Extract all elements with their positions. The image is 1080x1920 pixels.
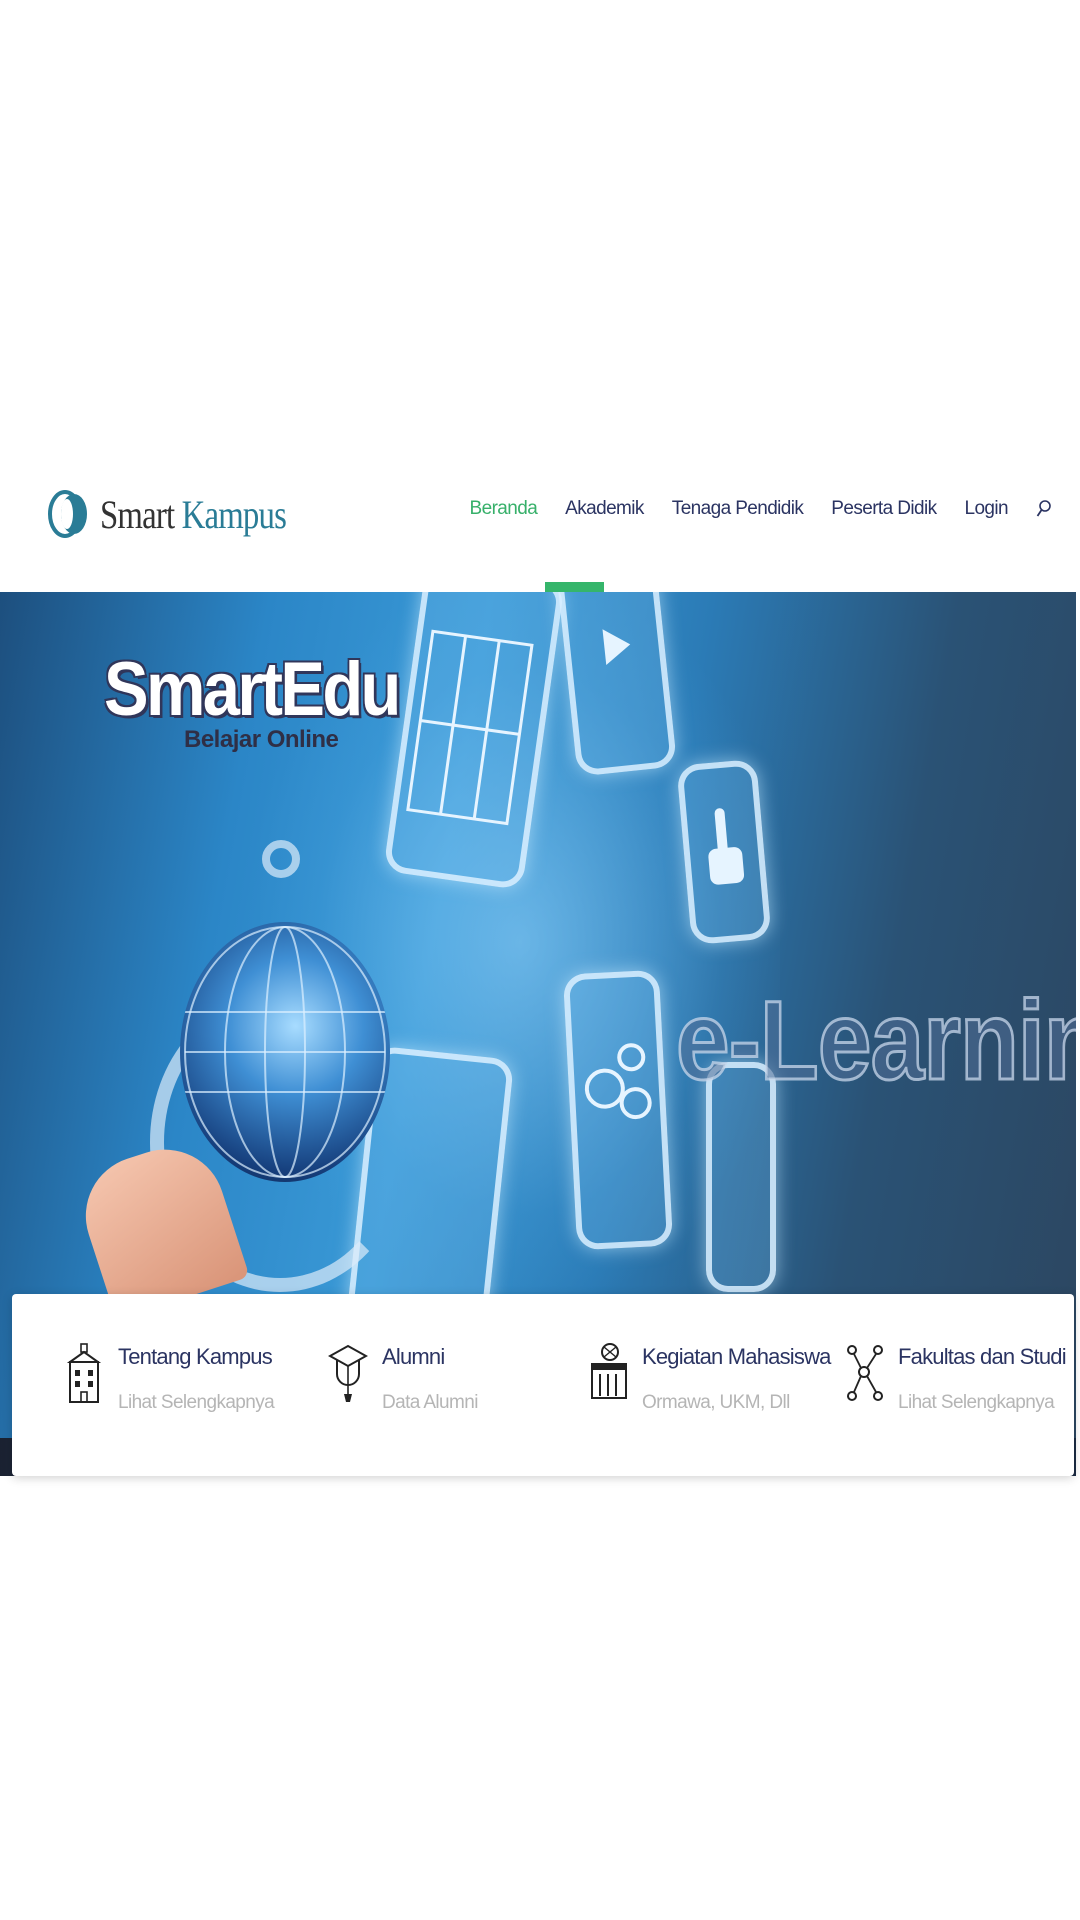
logo-text: Smart Kampus [100, 491, 287, 538]
nav-item-beranda[interactable]: Beranda [470, 498, 538, 520]
search-icon[interactable] [1036, 499, 1052, 519]
hero-tile-touch [676, 758, 772, 946]
nav-item-peserta-didik[interactable]: Peserta Didik [831, 498, 937, 520]
feature-text: Alumni Data Alumni [382, 1340, 478, 1440]
graduation-cap-icon [328, 1344, 368, 1402]
site-header: Smart Kampus Beranda Akademik Tenaga Pen… [0, 440, 1076, 592]
feature-title[interactable]: Tentang Kampus [118, 1344, 274, 1370]
feature-text: Tentang Kampus Lihat Selengkapnya [118, 1340, 275, 1440]
feature-text: Kegiatan Mahasiswa Ormawa, UKM, Dll [642, 1340, 831, 1440]
nav-item-akademik[interactable]: Akademik [565, 498, 644, 520]
gears-icon [584, 1043, 652, 1120]
activity-icon [591, 1343, 627, 1399]
logo-word-kampus: Kampus [181, 491, 287, 537]
feature-subtitle[interactable]: Lihat Selengkapnya [118, 1392, 275, 1414]
building-icon [66, 1343, 102, 1403]
feature-subtitle[interactable]: Data Alumni [382, 1392, 478, 1414]
logo-word-smart: Smart [100, 491, 175, 537]
globe-icon [180, 922, 390, 1182]
globe-grid [184, 926, 386, 1178]
feature-subtitle[interactable]: Lihat Selengkapnya [898, 1392, 1066, 1414]
feature-kegiatan-mahasiswa[interactable]: Kegiatan Mahasiswa Ormawa, UKM, Dll [588, 1340, 831, 1440]
site-logo[interactable]: Smart Kampus [48, 484, 327, 544]
feature-title[interactable]: Fakultas dan Studi [898, 1344, 1067, 1370]
feature-title[interactable]: Kegiatan Mahasiswa [642, 1344, 831, 1370]
nav-item-login[interactable]: Login [965, 498, 1009, 520]
hero-title: SmartEdu [104, 647, 401, 732]
feature-alumni[interactable]: Alumni Data Alumni [328, 1340, 478, 1440]
pointer-hand-icon [708, 808, 745, 885]
feature-subtitle[interactable]: Ormawa, UKM, Dll [642, 1392, 831, 1414]
hero-overlay-text: e-Learning [675, 977, 1076, 1105]
feature-tentang-kampus[interactable]: Tentang Kampus Lihat Selengkapnya [64, 1340, 275, 1440]
document-grid-icon [406, 629, 534, 826]
hero-tile-gears [562, 969, 674, 1251]
feature-text: Fakultas dan Studi Lihat Selengkapnya [898, 1340, 1067, 1440]
hero-globe-knob [262, 840, 300, 878]
main-nav: Beranda Akademik Tenaga Pendidik Peserta… [442, 498, 1052, 520]
hero-subtitle: Belajar Online [184, 726, 339, 753]
nav-item-tenaga-pendidik[interactable]: Tenaga Pendidik [672, 498, 804, 520]
play-icon [602, 629, 631, 666]
active-nav-indicator [545, 582, 604, 592]
feature-title[interactable]: Alumni [382, 1344, 478, 1370]
feature-fakultas-dan-studi[interactable]: Fakultas dan Studi Lihat Selengkapnya [844, 1340, 1067, 1440]
feature-card: Tentang Kampus Lihat Selengkapnya Alumni… [12, 1294, 1074, 1476]
network-icon [847, 1345, 883, 1401]
logo-mark-icon [48, 490, 87, 538]
